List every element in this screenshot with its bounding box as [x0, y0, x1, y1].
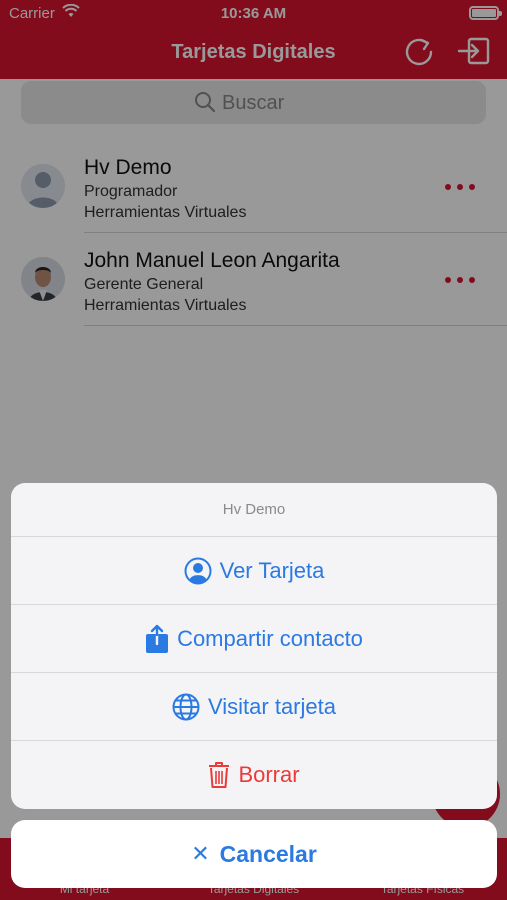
action-sheet: Hv Demo Ver Tarjeta Compartir contacto V… — [11, 483, 497, 809]
action-label: Borrar — [238, 762, 300, 787]
share-contact-button[interactable]: Compartir contacto — [11, 605, 497, 673]
globe-icon — [172, 693, 200, 721]
cancel-label: Cancelar — [219, 840, 317, 867]
user-circle-icon — [184, 557, 212, 585]
action-label: Compartir contacto — [177, 625, 363, 651]
cancel-button[interactable]: ✕ Cancelar — [11, 820, 497, 888]
delete-button[interactable]: Borrar — [11, 741, 497, 809]
share-icon — [145, 624, 169, 654]
action-label: Visitar tarjeta — [208, 693, 336, 719]
action-label: Ver Tarjeta — [219, 557, 325, 583]
view-card-button[interactable]: Ver Tarjeta — [11, 537, 497, 605]
action-sheet-title: Hv Demo — [11, 483, 497, 537]
trash-icon — [208, 761, 230, 789]
close-icon: ✕ — [191, 841, 210, 866]
visit-card-button[interactable]: Visitar tarjeta — [11, 673, 497, 741]
